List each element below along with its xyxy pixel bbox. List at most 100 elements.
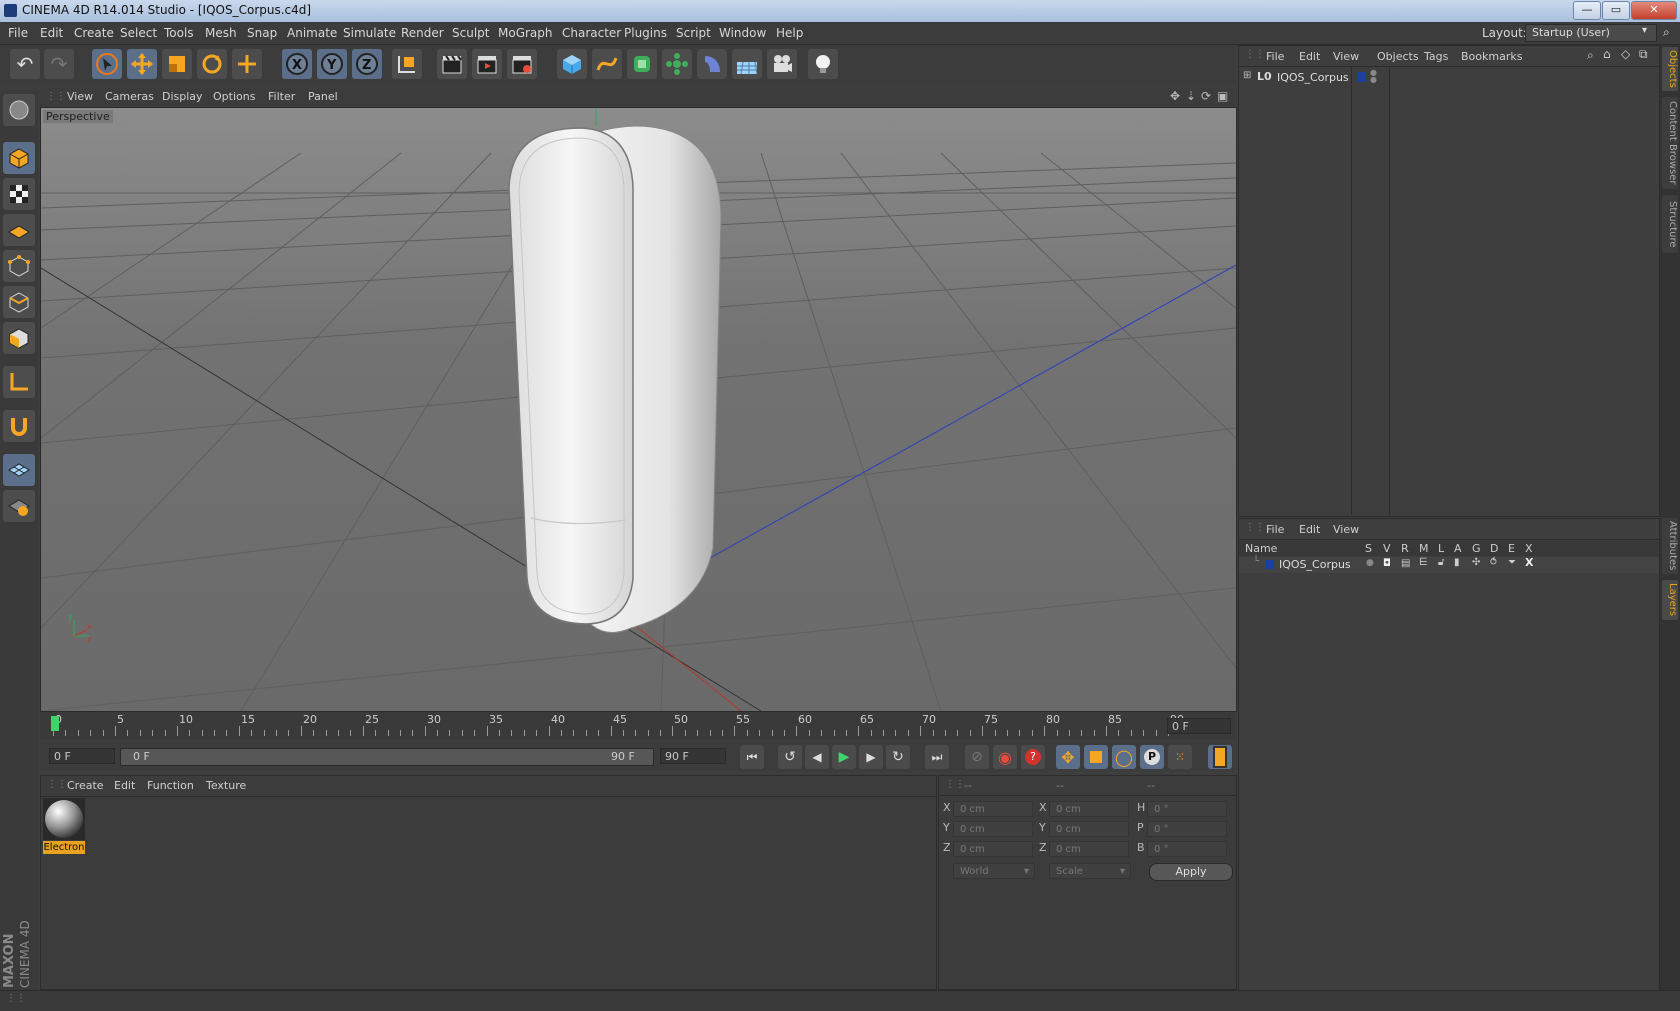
viewport-menu-display[interactable]: Display (162, 90, 203, 103)
maximize-view-icon[interactable]: ▣ (1217, 89, 1228, 103)
workplane-mode-button[interactable] (3, 214, 35, 246)
col-solo[interactable]: S (1365, 542, 1372, 555)
col-generators[interactable]: G (1472, 542, 1481, 555)
layer-color-swatch[interactable] (1265, 560, 1274, 569)
back-icon[interactable]: ◇ (1621, 47, 1630, 61)
size-mode-select[interactable]: Scale ▾ (1049, 863, 1131, 879)
texture-mode-button[interactable] (3, 178, 35, 210)
play-button[interactable]: ▶ (832, 745, 856, 769)
render-picture-viewer-button[interactable] (472, 49, 502, 79)
add-cube-button[interactable] (557, 49, 587, 79)
preview-range-slider[interactable]: 0 F 90 F (120, 748, 654, 766)
layer-color-tag[interactable] (1357, 72, 1366, 82)
animation-film-icon[interactable]: ▮ (1454, 557, 1460, 568)
manager-tree-icon[interactable]: ⋿ (1419, 557, 1428, 568)
recent-tool-button[interactable] (232, 49, 262, 79)
previous-frame-button[interactable]: ◀ (805, 745, 829, 769)
pan-view-icon[interactable]: ✥ (1170, 89, 1180, 103)
menu-sculpt[interactable]: Sculpt (452, 26, 489, 40)
redo-button[interactable]: ↷ (44, 49, 74, 79)
minimize-button[interactable]: — (1573, 1, 1601, 20)
render-clapper-icon[interactable]: ▤ (1401, 558, 1410, 569)
timeline-window-button[interactable] (1208, 745, 1232, 769)
generator-icon[interactable]: ✣ (1472, 557, 1480, 568)
rot-p-field[interactable]: 0 ° (1147, 821, 1227, 837)
scale-tool-button[interactable] (162, 49, 192, 79)
material-swatch[interactable]: Electron (43, 798, 85, 854)
coordinate-space-select[interactable]: World ▾ (953, 863, 1035, 879)
record-key-button[interactable]: ⊘ (965, 745, 989, 769)
object-menu-bookmarks[interactable]: Bookmarks (1461, 50, 1522, 63)
move-tool-button[interactable] (127, 49, 157, 79)
perspective-viewport[interactable]: y x z (40, 107, 1237, 712)
end-frame-field[interactable]: 90 F (660, 748, 726, 764)
menu-edit[interactable]: Edit (40, 26, 63, 40)
playhead-marker[interactable] (51, 716, 59, 731)
menu-mograph[interactable]: MoGraph (498, 26, 553, 40)
viewport-menu-panel[interactable]: Panel (308, 90, 338, 103)
viewport-menu-filter[interactable]: Filter (268, 90, 295, 103)
menu-mesh[interactable]: Mesh (205, 26, 237, 40)
col-view[interactable]: V (1383, 542, 1391, 555)
object-row[interactable]: ⊞ L0 IQOS_Corpus ● ● (1243, 69, 1653, 85)
go-to-start-button[interactable]: ⏮ (740, 745, 764, 769)
start-frame-field[interactable]: 0 F (49, 748, 115, 764)
tab-content-browser[interactable]: Content Browser (1662, 97, 1678, 189)
menu-render[interactable]: Render (401, 26, 444, 40)
material-menu-function[interactable]: Function (147, 779, 194, 792)
search-icon[interactable]: ⌕ (1663, 25, 1670, 40)
lock-icon[interactable]: 🔓︎ (1438, 557, 1444, 568)
expand-icon[interactable]: ⊞ (1243, 70, 1251, 81)
new-view-icon[interactable]: ⧉ (1639, 47, 1648, 62)
dolly-view-icon[interactable]: ⇣ (1186, 89, 1196, 103)
key-scale-button[interactable] (1084, 745, 1108, 769)
layer-menu-view[interactable]: View (1333, 523, 1359, 536)
layer-name[interactable]: IQOS_Corpus (1279, 558, 1351, 571)
menu-snap[interactable]: Snap (247, 26, 277, 40)
apply-button[interactable]: Apply (1149, 863, 1233, 881)
deformer-icon[interactable]: ⥀ (1490, 557, 1497, 568)
col-expressions[interactable]: E (1508, 542, 1515, 555)
pos-z-field[interactable]: 0 cm (953, 841, 1033, 857)
col-render[interactable]: R (1401, 542, 1409, 555)
eye-icon[interactable]: ◘ (1383, 558, 1391, 569)
menu-create[interactable]: Create (74, 26, 114, 40)
menu-window[interactable]: Window (719, 26, 766, 40)
layout-select[interactable]: Startup (User) ▾ (1525, 24, 1657, 42)
close-button[interactable]: ✕ (1631, 1, 1677, 20)
material-menu-texture[interactable]: Texture (206, 779, 246, 792)
object-menu-tags[interactable]: Tags (1424, 50, 1448, 63)
current-frame-field[interactable]: 0 F (1167, 718, 1231, 734)
render-settings-button[interactable] (507, 49, 537, 79)
material-menu-create[interactable]: Create (67, 779, 104, 792)
layer-menu-file[interactable]: File (1266, 523, 1284, 536)
maximize-button[interactable]: ▭ (1602, 1, 1630, 20)
x-axis-lock-button[interactable]: X (282, 49, 312, 79)
make-editable-button[interactable] (3, 94, 35, 126)
rot-h-field[interactable]: 0 ° (1147, 801, 1227, 817)
menu-simulate[interactable]: Simulate (343, 26, 396, 40)
object-menu-file[interactable]: File (1266, 50, 1284, 63)
key-rotation-button[interactable]: ◯ (1112, 745, 1136, 769)
render-view-button[interactable] (437, 49, 467, 79)
expression-icon[interactable]: ⏷ (1508, 557, 1516, 568)
layer-row[interactable]: └ IQOS_Corpus ● ◘ ▤ ⋿ 🔓︎ ▮ ✣ ⥀ ⏷ X (1239, 556, 1659, 573)
add-camera-button[interactable] (767, 49, 797, 79)
undo-button[interactable]: ↶ (10, 49, 40, 79)
next-frame-button[interactable]: ▶ (859, 745, 883, 769)
menu-script[interactable]: Script (676, 26, 711, 40)
add-deformer-button[interactable] (697, 49, 727, 79)
pos-x-field[interactable]: 0 cm (953, 801, 1033, 817)
solo-dot-icon[interactable]: ● (1366, 558, 1374, 568)
add-mograph-button[interactable] (662, 49, 692, 79)
menu-select[interactable]: Select (120, 26, 157, 40)
menu-character[interactable]: Character (562, 26, 621, 40)
col-locked[interactable]: L (1438, 542, 1444, 555)
tab-layers[interactable]: Layers (1662, 580, 1678, 620)
search-icon[interactable]: ⌕ (1587, 48, 1594, 63)
material-menu-edit[interactable]: Edit (114, 779, 135, 792)
rotate-view-icon[interactable]: ⟳ (1201, 89, 1211, 103)
enable-snap-button[interactable] (3, 454, 35, 486)
tab-attributes[interactable]: Attributes (1662, 518, 1678, 574)
col-deformers[interactable]: D (1490, 542, 1498, 555)
